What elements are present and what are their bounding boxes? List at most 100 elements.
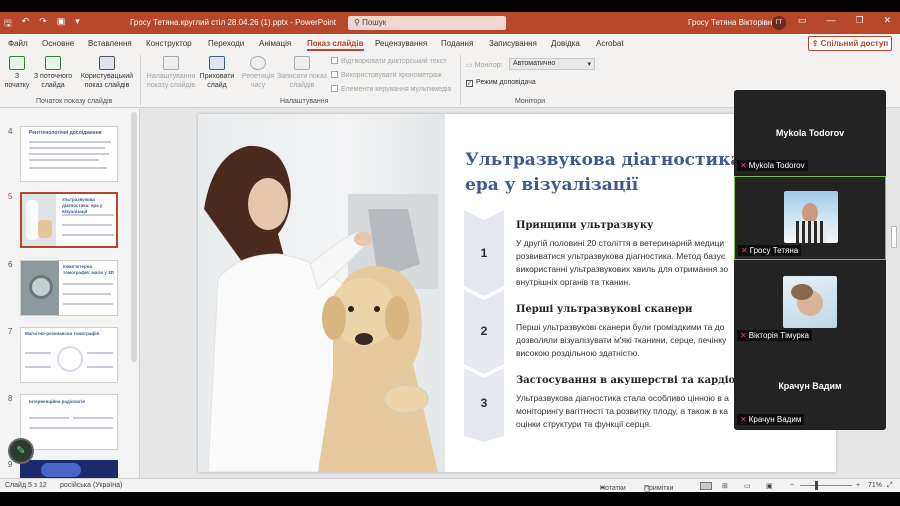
zoom-slider-track[interactable] xyxy=(800,485,852,486)
zoom-slider-thumb[interactable] xyxy=(815,481,818,490)
participant-video xyxy=(784,191,838,243)
setup-show-icon xyxy=(163,56,179,70)
presenter-view-checkbox[interactable]: ✓ Режим доповідача xyxy=(466,79,536,87)
from-current-button[interactable]: З поточного слайда xyxy=(32,56,74,90)
tab-view[interactable]: Подання xyxy=(441,39,473,48)
participant-tile-active-speaker[interactable]: ✕ Гросу Тетяна xyxy=(734,176,886,260)
thumbnail-text-line xyxy=(29,167,107,169)
hide-slide-button[interactable]: Приховати слайд xyxy=(198,56,236,90)
thumbnail-title: Ультразвукова діагностика: ера у візуалі… xyxy=(62,197,103,214)
search-box[interactable]: ⚲ Пошук xyxy=(348,16,506,30)
step-text-line: високою роздільною здатністю. xyxy=(516,348,640,358)
tab-design[interactable]: Конструктор xyxy=(146,39,192,48)
participant-tile[interactable]: Крачун Вадим ✕ Крачун Вадим xyxy=(734,344,886,428)
zoom-in-icon[interactable]: + xyxy=(856,482,860,489)
share-button[interactable]: ⇪ Спільний доступ xyxy=(808,36,892,51)
zoom-out-icon[interactable]: − xyxy=(790,482,794,489)
tab-home[interactable]: Основне xyxy=(42,39,74,48)
timings-checkbox[interactable]: Використовувати хронометраж xyxy=(331,71,442,79)
notes-label: Нотатки xyxy=(600,485,626,492)
customize-icon[interactable]: ▾ xyxy=(75,16,80,32)
save-icon[interactable]: 🖫 xyxy=(4,16,12,32)
redo-icon[interactable]: ↷ xyxy=(39,16,47,32)
thumbnail-text-line xyxy=(63,283,113,285)
participant-big-name: Крачун Вадим xyxy=(778,381,842,391)
tab-acrobat[interactable]: Acrobat xyxy=(596,39,624,48)
tab-review[interactable]: Рецензування xyxy=(375,39,427,48)
rehearse-timings-button[interactable]: Репетиція часу xyxy=(238,56,278,90)
thumbnail-slide-5[interactable]: Ультразвукова діагностика: ера у візуалі… xyxy=(20,192,118,248)
search-placeholder: Пошук xyxy=(362,18,387,27)
tab-file[interactable]: Файл xyxy=(8,39,28,48)
step-title: Застосування в акушерстві та кардіології xyxy=(516,375,763,386)
tab-animations[interactable]: Анімація xyxy=(259,39,291,48)
hide-slide-icon xyxy=(209,56,225,70)
thumbnail-text-line xyxy=(87,352,113,354)
thumbnail-text-line xyxy=(73,417,113,419)
thumbnail-number: 7 xyxy=(8,327,13,336)
ribbon-display-icon[interactable]: ▭ xyxy=(798,15,807,26)
media-controls-checkbox[interactable]: Елементи керування мультимедіа xyxy=(331,85,451,93)
thumbnail-text-line xyxy=(63,303,113,305)
reading-view-icon[interactable]: ▭ xyxy=(744,482,751,490)
tab-insert[interactable]: Вставлення xyxy=(88,39,132,48)
undo-icon[interactable]: ↶ xyxy=(22,16,30,32)
language-indicator[interactable]: російська (Україна) xyxy=(60,482,122,489)
thumbnail-photo xyxy=(22,194,56,246)
editor-scrollbar-thumb[interactable] xyxy=(891,226,897,248)
fit-to-window-icon[interactable]: ⤢ xyxy=(887,482,893,490)
record-show-button[interactable]: Записати показ слайдів xyxy=(276,56,328,90)
thumbnail-slide-9[interactable] xyxy=(20,460,118,478)
thumbnail-text-line xyxy=(29,141,111,143)
setup-show-button[interactable]: Налаштування показу слайдів xyxy=(144,56,198,90)
zoom-level[interactable]: 71% xyxy=(868,482,882,489)
close-button[interactable]: ✕ xyxy=(884,15,892,26)
participant-tile[interactable]: ✕ Вікторія Тімурка xyxy=(734,260,886,344)
title-bar: 🖫 ↶ ↷ ▣ ▾ Гросу Тетяна.круглий стіл 28.0… xyxy=(0,12,900,34)
muted-mic-icon: ✕ xyxy=(741,246,748,255)
from-start-button[interactable]: З початку xyxy=(4,56,30,90)
person-shirt xyxy=(796,221,826,243)
user-name[interactable]: Гросу Тетяна Вікторівна xyxy=(688,18,777,27)
thumbnail-title: Рентгенологічні дослідження xyxy=(29,130,102,136)
tab-recording[interactable]: Записування xyxy=(489,39,537,48)
participant-tile[interactable]: Mykola Todorov ✕ Mykola Todorov xyxy=(734,90,886,174)
participant-name-tag: ✕ Крачун Вадим xyxy=(737,414,805,425)
ct-scanner-image xyxy=(29,275,53,299)
start-show-icon[interactable]: ▣ xyxy=(57,16,66,32)
monitor-select[interactable]: Автоматично ▾ xyxy=(509,58,595,70)
thumbnail-slide-4[interactable]: Рентгенологічні дослідження xyxy=(20,126,118,182)
tab-transitions[interactable]: Переходи xyxy=(208,39,244,48)
ribbon-separator xyxy=(460,55,461,105)
thumbnail-text-line xyxy=(62,224,112,226)
thumbnail-text-line xyxy=(63,293,111,295)
document-title: Гросу Тетяна.круглий стіл 28.04.26 (1).p… xyxy=(130,18,336,27)
pen-annotation-button[interactable]: ✎ xyxy=(8,438,34,464)
custom-show-button[interactable]: Користувацький показ слайдів xyxy=(78,56,136,90)
thumbnail-text-line xyxy=(25,352,51,354)
minimize-button[interactable]: — xyxy=(827,15,836,26)
search-icon: ⚲ xyxy=(354,18,363,27)
step-description: Перші ультразвукові сканери були громізд… xyxy=(516,321,744,360)
share-label: Спільний доступ xyxy=(820,39,889,48)
thumbnail-slide-6[interactable]: Комп'ютерна томографія: магія у 3D xyxy=(20,260,118,316)
bottom-black-strip xyxy=(0,492,900,506)
play-slideshow-icon xyxy=(9,56,25,70)
participant-name: Гросу Тетяна xyxy=(749,246,799,255)
record-icon xyxy=(294,56,310,70)
step-text-line: оцінки структури та функції серця. xyxy=(516,419,652,429)
narration-checkbox[interactable]: Відтворювати дикторський текст xyxy=(331,57,447,65)
dog-nose xyxy=(355,333,373,345)
thumbnail-slide-8[interactable]: Інтервенційна радіологія xyxy=(20,394,118,450)
avatar[interactable]: ГТ xyxy=(772,16,786,30)
tab-slideshow[interactable]: Показ слайдів xyxy=(307,39,364,51)
thumbnail-slide-7[interactable]: Магнітно-резонансна томографія xyxy=(20,327,118,383)
slide-sorter-icon[interactable]: ⊞ xyxy=(722,482,728,490)
from-current-label: З поточного слайда xyxy=(33,73,73,89)
thumbnail-scrollbar[interactable] xyxy=(131,112,137,362)
restore-button[interactable]: ❐ xyxy=(856,15,864,26)
tab-help[interactable]: Довідка xyxy=(551,39,580,48)
slideshow-view-icon[interactable]: ▣ xyxy=(766,482,773,490)
normal-view-icon[interactable] xyxy=(700,482,712,490)
media-controls-label: Елементи керування мультимедіа xyxy=(341,86,452,93)
